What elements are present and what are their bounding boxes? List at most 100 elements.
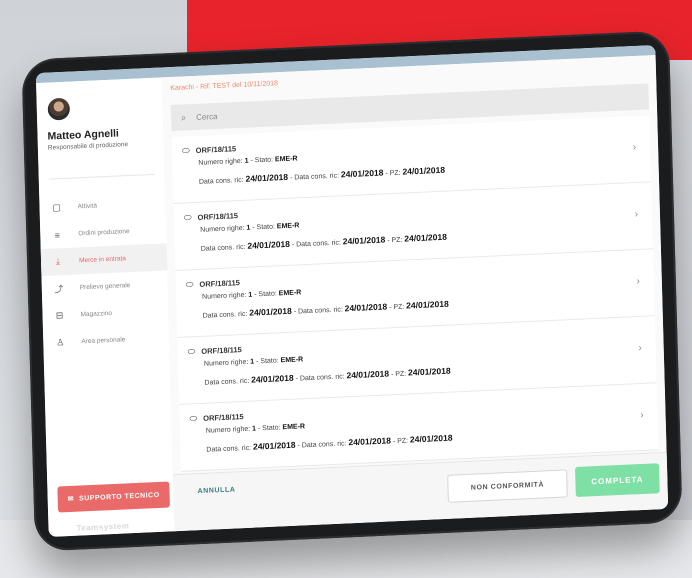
sidebar-divider <box>48 173 155 180</box>
person-icon: ♙ <box>56 337 65 348</box>
chevron-right-icon[interactable]: › <box>638 343 642 354</box>
rows-label: Numero righe: <box>198 157 243 167</box>
user-name: Matteo Agnelli <box>47 127 120 143</box>
tablet-device: Matteo Agnelli Responsabile di produzion… <box>21 30 683 552</box>
rows-value: 1 <box>246 224 251 232</box>
tag-icon: ⬭ <box>187 346 196 357</box>
date2-value: 24/01/2018 <box>346 368 390 381</box>
search-input[interactable]: Cerca <box>196 111 218 121</box>
cancel-button[interactable]: ANNULLA <box>197 486 235 495</box>
date2-label: - Data cons. ric: <box>291 239 341 249</box>
complete-button[interactable]: COMPLETA <box>575 463 660 498</box>
rows-label: Numero righe: <box>205 425 251 435</box>
list-icon: ≡ <box>54 229 61 240</box>
date2-value: 24/01/2018 <box>348 435 392 448</box>
rows-value: 1 <box>244 157 249 165</box>
date2-label: - Data cons. ric: <box>289 172 340 182</box>
rows-label: Numero righe: <box>203 358 249 368</box>
date-label: Data cons. ric: <box>198 176 244 186</box>
rows-value: 1 <box>250 358 255 366</box>
sidebar-item-label: Area personale <box>81 336 126 346</box>
rows-label: Numero righe: <box>200 224 245 234</box>
state-value: EME-R <box>280 356 304 365</box>
date2-value: 24/01/2018 <box>342 234 386 247</box>
download-icon: ⤓ <box>55 256 61 267</box>
pz-value: 24/01/2018 <box>406 298 449 311</box>
rows-value: 1 <box>252 425 257 433</box>
sidebar-item[interactable]: ♙ Area personale <box>43 324 170 357</box>
date2-label: - Data cons. ric: <box>295 373 345 383</box>
order-summary: Numero righe: 1 - Stato: EME-R <box>202 289 301 301</box>
order-code-text: ORF/18/115 <box>199 278 240 289</box>
avatar[interactable] <box>47 97 71 121</box>
sidebar-item-label: Merce in entrata <box>78 255 127 265</box>
order-code-text: ORF/18/115 <box>197 211 239 222</box>
order-summary: Numero righe: 1 - Stato: EME-R <box>204 356 303 368</box>
order-summary: Numero righe: 1 - Stato: EME-R <box>200 222 299 234</box>
order-code: ⬭ ORF/18/115 <box>186 277 240 290</box>
mail-icon: ✉ <box>67 495 75 504</box>
sidebar-item-label: Magazzino <box>80 309 113 319</box>
tablet-screen: Matteo Agnelli Responsabile di produzion… <box>35 45 669 537</box>
order-summary: Numero righe: 1 - Stato: EME-R <box>198 155 297 167</box>
date-value: 24/01/2018 <box>247 238 291 251</box>
date-value: 24/01/2018 <box>245 171 289 184</box>
date-label: Data cons. ric: <box>206 444 252 454</box>
pz-label: - PZ: <box>392 437 409 446</box>
order-list: ⬭ ORF/18/115 Numero righe: 1 - Stato: EME-… <box>171 115 659 472</box>
state-label: - Stato: <box>252 223 276 232</box>
chevron-right-icon[interactable]: › <box>640 410 644 421</box>
pz-label: - PZ: <box>385 169 401 178</box>
order-dates: Data cons. ric: 24/01/2018 - Data cons. … <box>204 366 450 387</box>
chevron-right-icon[interactable]: › <box>636 276 640 287</box>
date2-value: 24/01/2018 <box>340 167 384 180</box>
rows-label: Numero righe: <box>202 291 247 301</box>
pz-value: 24/01/2018 <box>404 231 448 244</box>
state-value: EME-R <box>282 423 306 432</box>
pz-label: - PZ: <box>389 303 405 312</box>
order-code-text: ORF/18/115 <box>195 144 237 155</box>
date2-label: - Data cons. ric: <box>293 306 343 316</box>
date2-value: 24/01/2018 <box>344 301 388 314</box>
order-code-text: ORF/18/115 <box>201 345 242 356</box>
state-label: - Stato: <box>250 156 274 165</box>
order-dates: Data cons. ric: 24/01/2018 - Data cons. … <box>206 433 452 454</box>
state-value: EME-R <box>276 222 300 231</box>
support-button-label: SUPPORTO TECNICO <box>78 491 160 503</box>
date-value: 24/01/2018 <box>250 372 294 385</box>
order-code: ⬭ ORF/18/115 <box>184 210 238 223</box>
order-code: ⬭ ORF/18/115 <box>189 411 243 424</box>
sidebar-item-label: Attività <box>77 202 98 211</box>
tag-icon: ⬭ <box>189 413 198 424</box>
date2-label: - Data cons. ric: <box>297 440 347 450</box>
date-value: 24/01/2018 <box>249 305 292 318</box>
tag-icon: ⬭ <box>183 212 192 223</box>
archive-icon: ⊟ <box>55 310 64 321</box>
chevron-right-icon[interactable]: › <box>634 209 638 220</box>
main-content: Karachi - Rif: TEST del 10/11/2018 ⌕ Cer… <box>161 55 669 532</box>
tag-icon: ⬭ <box>185 279 194 290</box>
pz-value: 24/01/2018 <box>407 365 451 378</box>
chevron-right-icon[interactable]: › <box>633 142 637 153</box>
user-role: Responsabile di produzione <box>47 141 129 152</box>
tag-icon: ⬭ <box>181 145 190 156</box>
state-label: - Stato: <box>256 357 279 366</box>
clipboard-icon: ▢ <box>52 202 61 213</box>
sidebar-nav: ▢ Attività ≡ Ordini produzione ⤓ Merce in ent… <box>39 189 169 357</box>
sidebar-item-label: Prelievo generale <box>79 282 131 292</box>
date-label: Data cons. ric: <box>204 377 250 387</box>
rows-value: 1 <box>248 291 253 299</box>
support-button[interactable]: ✉ SUPPORTO TECNICO <box>57 481 170 513</box>
brand-logo: Teamsystem <box>76 521 130 533</box>
date-value: 24/01/2018 <box>252 439 296 452</box>
pz-label: - PZ: <box>387 236 403 245</box>
state-label: - Stato: <box>257 424 281 433</box>
order-dates: Data cons. ric: 24/01/2018 - Data cons. … <box>199 165 445 186</box>
order-dates: Data cons. ric: 24/01/2018 - Data cons. … <box>202 298 449 320</box>
order-code-text: ORF/18/115 <box>203 412 244 423</box>
date-label: Data cons. ric: <box>202 310 248 320</box>
non-conformity-button[interactable]: NON CONFORMITÀ <box>447 469 568 503</box>
state-value: EME-R <box>274 155 298 164</box>
state-value: EME-R <box>278 289 302 298</box>
sidebar-item-label: Ordini produzione <box>78 228 130 238</box>
